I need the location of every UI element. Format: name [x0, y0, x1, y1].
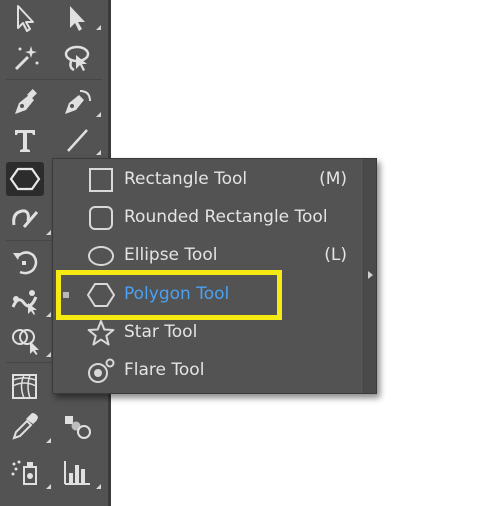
- direct-selection-tool[interactable]: [60, 2, 94, 34]
- tearoff-strip[interactable]: [363, 159, 376, 393]
- rotate-icon: [13, 251, 38, 275]
- toolbar-divider: [6, 79, 102, 80]
- lasso-icon: [64, 45, 90, 72]
- menu-item-shortcut: (L): [324, 245, 347, 265]
- menu-item-label: Flare Tool: [124, 360, 205, 380]
- line-segment-tool[interactable]: [60, 124, 94, 156]
- submenu-indicator: [46, 230, 51, 235]
- flare-icon: [86, 358, 116, 384]
- blend-icon: [65, 416, 91, 439]
- hexagon-icon: [9, 167, 41, 191]
- shape-builder-icon: [12, 329, 39, 355]
- blend-tool[interactable]: [60, 410, 94, 442]
- selection-tool[interactable]: [8, 2, 42, 34]
- menu-item-rectangle-tool[interactable]: Rectangle Tool (M): [53, 161, 363, 199]
- curvature-tool[interactable]: [60, 86, 94, 118]
- submenu-indicator: [96, 484, 101, 489]
- submenu-indicator: [96, 150, 101, 155]
- puppet-warp-tool[interactable]: [8, 284, 42, 316]
- star-icon: [86, 320, 116, 346]
- menu-item-label: Rounded Rectangle Tool: [124, 207, 328, 227]
- eyedropper-tool[interactable]: [8, 410, 42, 442]
- type-icon: [15, 130, 35, 152]
- submenu-indicator: [46, 312, 51, 317]
- shaper-tool[interactable]: [8, 202, 42, 234]
- submenu-indicator: [46, 484, 51, 489]
- polygon-tool[interactable]: [6, 162, 44, 196]
- mesh-icon: [12, 374, 37, 399]
- ellipse-icon: [86, 243, 116, 269]
- line-icon: [67, 129, 88, 152]
- menu-item-flare-tool[interactable]: Flare Tool: [53, 352, 363, 390]
- submenu-indicator: [96, 25, 101, 30]
- column-graph-tool[interactable]: [60, 456, 94, 488]
- magic-wand-tool[interactable]: [8, 42, 42, 74]
- rectangle-icon: [86, 167, 116, 193]
- symbol-sprayer-tool[interactable]: [8, 456, 42, 488]
- menu-item-label: Rectangle Tool: [124, 169, 248, 189]
- submenu-indicator: [96, 112, 101, 117]
- shaper-icon: [12, 209, 39, 228]
- menu-item-shortcut: (M): [319, 169, 347, 189]
- pen-icon: [15, 89, 37, 114]
- submenu-indicator: [46, 438, 51, 443]
- highlight-annotation: [56, 270, 282, 320]
- arrow-outline-icon: [17, 5, 34, 32]
- menu-item-label: Star Tool: [124, 322, 198, 342]
- curvature-pen-icon: [65, 90, 91, 114]
- type-tool[interactable]: [8, 124, 42, 156]
- symbol-sprayer-icon: [11, 460, 37, 485]
- submenu-indicator: [46, 352, 51, 357]
- tearoff-arrow-icon: [368, 271, 373, 279]
- puppet-warp-icon: [11, 290, 38, 315]
- magic-wand-icon: [14, 46, 39, 71]
- rounded-rectangle-icon: [86, 205, 116, 231]
- mesh-tool[interactable]: [8, 370, 42, 402]
- arrow-solid-icon: [70, 6, 85, 31]
- menu-item-rounded-rectangle-tool[interactable]: Rounded Rectangle Tool: [53, 199, 363, 237]
- column-graph-icon: [64, 461, 90, 485]
- menu-item-label: Ellipse Tool: [124, 245, 218, 265]
- shape-builder-tool[interactable]: [8, 324, 42, 356]
- eyedropper-icon: [12, 413, 38, 440]
- pen-tool[interactable]: [8, 86, 42, 118]
- lasso-tool[interactable]: [60, 42, 94, 74]
- rotate-tool[interactable]: [8, 246, 42, 278]
